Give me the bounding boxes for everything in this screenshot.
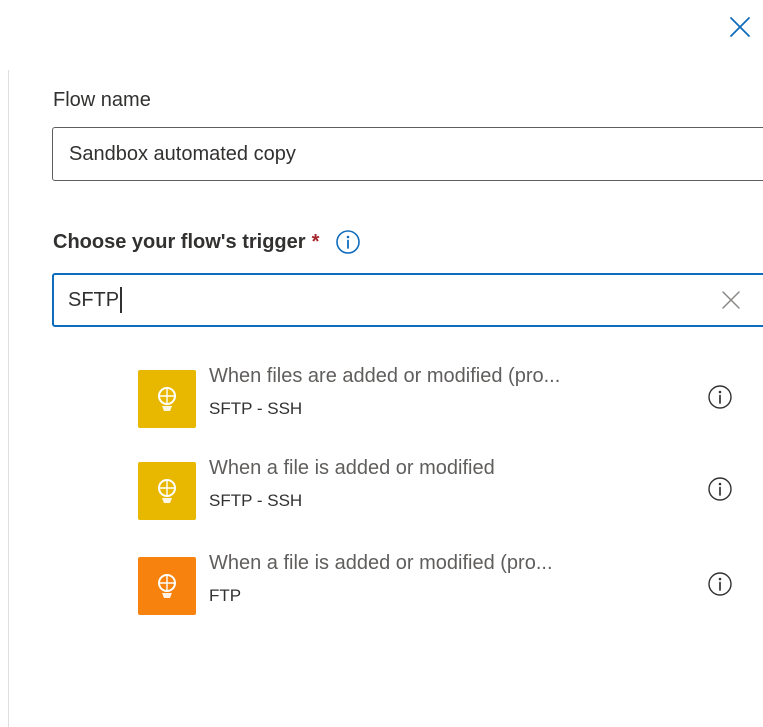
panel-divider	[8, 70, 9, 727]
sftp-ssh-connector-icon	[138, 462, 196, 520]
info-icon	[708, 477, 732, 501]
info-icon	[336, 230, 361, 254]
flow-name-input[interactable]: Sandbox automated copy	[52, 127, 763, 181]
ftp-connector-icon	[138, 557, 196, 615]
trigger-label-row: Choose your flow's trigger *	[53, 229, 361, 255]
connector-name: FTP	[209, 586, 242, 605]
clear-icon	[722, 291, 740, 309]
trigger-title: When a file is added or modified	[209, 457, 495, 479]
trigger-info-button[interactable]	[706, 383, 734, 411]
required-marker: *	[311, 230, 320, 253]
trigger-info-button[interactable]	[706, 475, 734, 503]
flow-name-value: Sandbox automated copy	[69, 142, 296, 165]
info-icon	[708, 385, 732, 409]
trigger-search-value: SFTP	[68, 288, 120, 311]
trigger-result-item[interactable]: When a file is added or modified SFTP - …	[138, 457, 748, 520]
trigger-info-button[interactable]	[335, 229, 361, 255]
text-cursor	[120, 287, 122, 313]
close-button[interactable]	[725, 12, 755, 42]
create-flow-panel: Flow name Sandbox automated copy Choose …	[0, 0, 763, 727]
trigger-label: Choose your flow's trigger	[53, 230, 306, 253]
info-icon	[708, 572, 732, 596]
sftp-ssh-connector-icon	[138, 370, 196, 428]
close-icon	[730, 17, 750, 37]
clear-search-button[interactable]	[718, 287, 744, 313]
connector-name: SFTP - SSH	[209, 399, 303, 418]
trigger-result-item[interactable]: When files are added or modified (pro...…	[138, 365, 748, 428]
trigger-title: When a file is added or modified (pro...	[209, 552, 553, 574]
trigger-title: When files are added or modified (pro...	[209, 365, 561, 387]
flow-name-label: Flow name	[53, 89, 151, 111]
trigger-search-input[interactable]: SFTP	[52, 273, 763, 327]
connector-name: SFTP - SSH	[209, 491, 303, 510]
trigger-info-button[interactable]	[706, 570, 734, 598]
trigger-result-item[interactable]: When a file is added or modified (pro...…	[138, 552, 748, 615]
